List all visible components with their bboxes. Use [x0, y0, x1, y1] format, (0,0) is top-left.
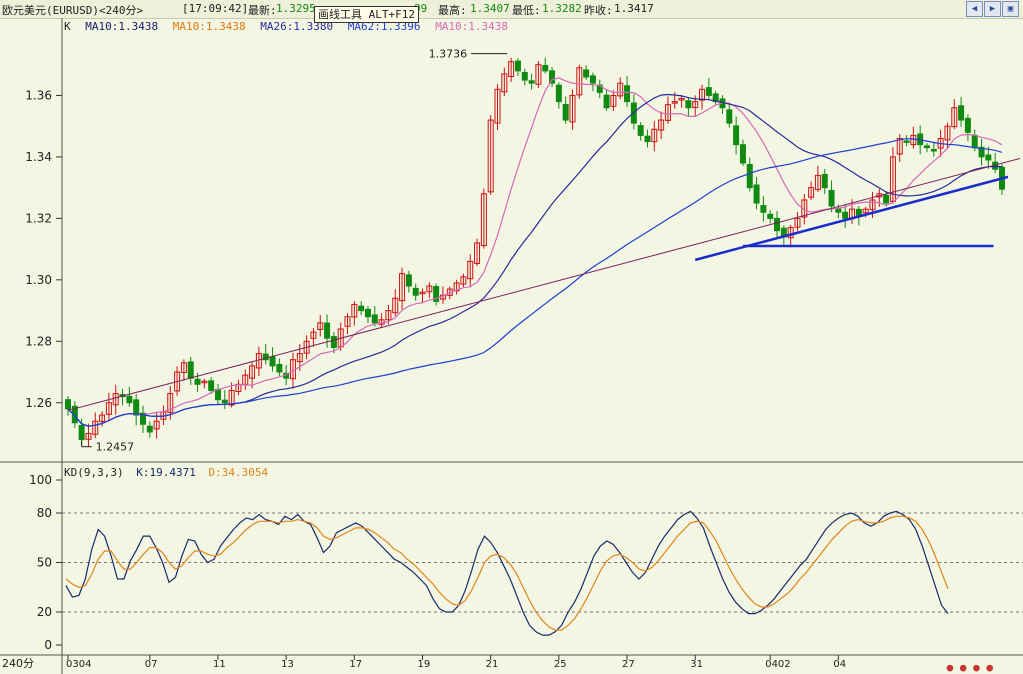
- trendline-support: [694, 175, 1009, 262]
- candle-down: [685, 100, 692, 109]
- kd-tick-label: 20: [37, 605, 52, 619]
- candle-down: [835, 208, 842, 213]
- candle-down: [637, 125, 644, 136]
- kd-k-line: [65, 510, 949, 636]
- candle-down: [276, 364, 283, 373]
- ma26-line: [67, 93, 1003, 427]
- x-tick-label: 13: [281, 659, 294, 670]
- ma10-line: [67, 77, 1003, 427]
- candle-down: [767, 213, 774, 219]
- candle-down: [330, 336, 337, 348]
- x-tick-label: 0304: [66, 659, 91, 670]
- candle-down: [739, 144, 746, 164]
- candle-down: [364, 308, 371, 318]
- candle-down: [644, 135, 651, 143]
- candle-down: [583, 69, 590, 78]
- x-tick-label: 11: [213, 659, 226, 670]
- trendline-long: [67, 157, 1021, 411]
- x-tick-label: 27: [622, 659, 635, 670]
- candle-down: [78, 424, 85, 441]
- candle-down: [746, 164, 753, 189]
- candle-down: [528, 80, 535, 84]
- candle-down: [187, 361, 194, 379]
- candle-down: [760, 205, 767, 213]
- candle-down: [514, 60, 521, 72]
- period-label: 240分: [2, 657, 34, 670]
- candle-down: [985, 154, 992, 161]
- ma62-line: [67, 138, 1003, 427]
- x-tick-label: 17: [349, 659, 362, 670]
- x-tick-label: 21: [486, 659, 499, 670]
- y-tick-label: 1.30: [25, 273, 52, 287]
- x-tick-label: 07: [145, 659, 158, 670]
- candle-down: [208, 380, 215, 391]
- x-tick-label: 04: [833, 659, 846, 670]
- candle-down: [65, 399, 71, 410]
- x-tick-label: 25: [554, 659, 567, 670]
- chart-canvas[interactable]: 1.3736 1.2457 1.26 1.28 1.30 1.32 1.34 1.36 0 20…: [0, 0, 1023, 674]
- draw-tool-tooltip: 画线工具 ALT+F12: [314, 6, 419, 23]
- candle-down: [133, 399, 140, 416]
- candle-down: [883, 194, 890, 204]
- candle-down: [589, 75, 596, 84]
- candle-down: [562, 104, 569, 121]
- low-annotation: 1.2457: [96, 441, 135, 454]
- candle-down: [603, 94, 610, 109]
- kd-tick-label: 80: [37, 506, 52, 520]
- y-tick-label: 1.34: [25, 150, 52, 164]
- high-annotation: 1.3736: [429, 48, 468, 61]
- candle-down: [964, 117, 971, 133]
- x-tick-label: 0402: [765, 659, 790, 670]
- y-tick-label: 1.26: [25, 396, 52, 410]
- candle-down: [774, 217, 781, 232]
- candle-down: [733, 125, 740, 146]
- candle-down: [269, 356, 276, 367]
- y-tick-label: 1.28: [25, 334, 52, 348]
- candle-down: [753, 184, 760, 204]
- candle-down: [555, 84, 562, 103]
- candle-down: [624, 85, 631, 103]
- candle-down: [842, 211, 849, 219]
- kd-tick-label: 50: [37, 556, 52, 570]
- candle-down: [924, 145, 931, 149]
- candle-down: [542, 65, 549, 72]
- candle-down: [146, 425, 153, 433]
- candle-down: [958, 105, 965, 121]
- candle-down: [705, 87, 712, 96]
- x-tick-label: 31: [690, 659, 703, 670]
- candle-down: [726, 109, 733, 124]
- candle-down: [324, 322, 331, 339]
- candle-down: [412, 287, 419, 296]
- candle-down: [828, 189, 835, 207]
- x-tick-label: 19: [418, 659, 431, 670]
- kd-tick-label: 0: [44, 638, 52, 652]
- candle-down: [371, 314, 378, 324]
- candle-down: [549, 70, 556, 84]
- candle-down: [221, 399, 228, 404]
- kd-tick-label: 100: [29, 473, 52, 487]
- candle-down: [194, 378, 201, 385]
- y-tick-label: 1.32: [25, 211, 52, 225]
- candle-down: [126, 395, 133, 404]
- candle-down: [855, 208, 862, 216]
- candle-down: [903, 140, 910, 143]
- status-icons: ● ● ● ●: [946, 661, 993, 674]
- y-tick-label: 1.36: [25, 88, 52, 102]
- candle-down: [405, 274, 412, 287]
- candle-down: [521, 71, 528, 81]
- candle-down: [821, 173, 828, 189]
- candle-down: [971, 134, 978, 149]
- candle-down: [930, 148, 937, 152]
- candle-down: [358, 305, 365, 312]
